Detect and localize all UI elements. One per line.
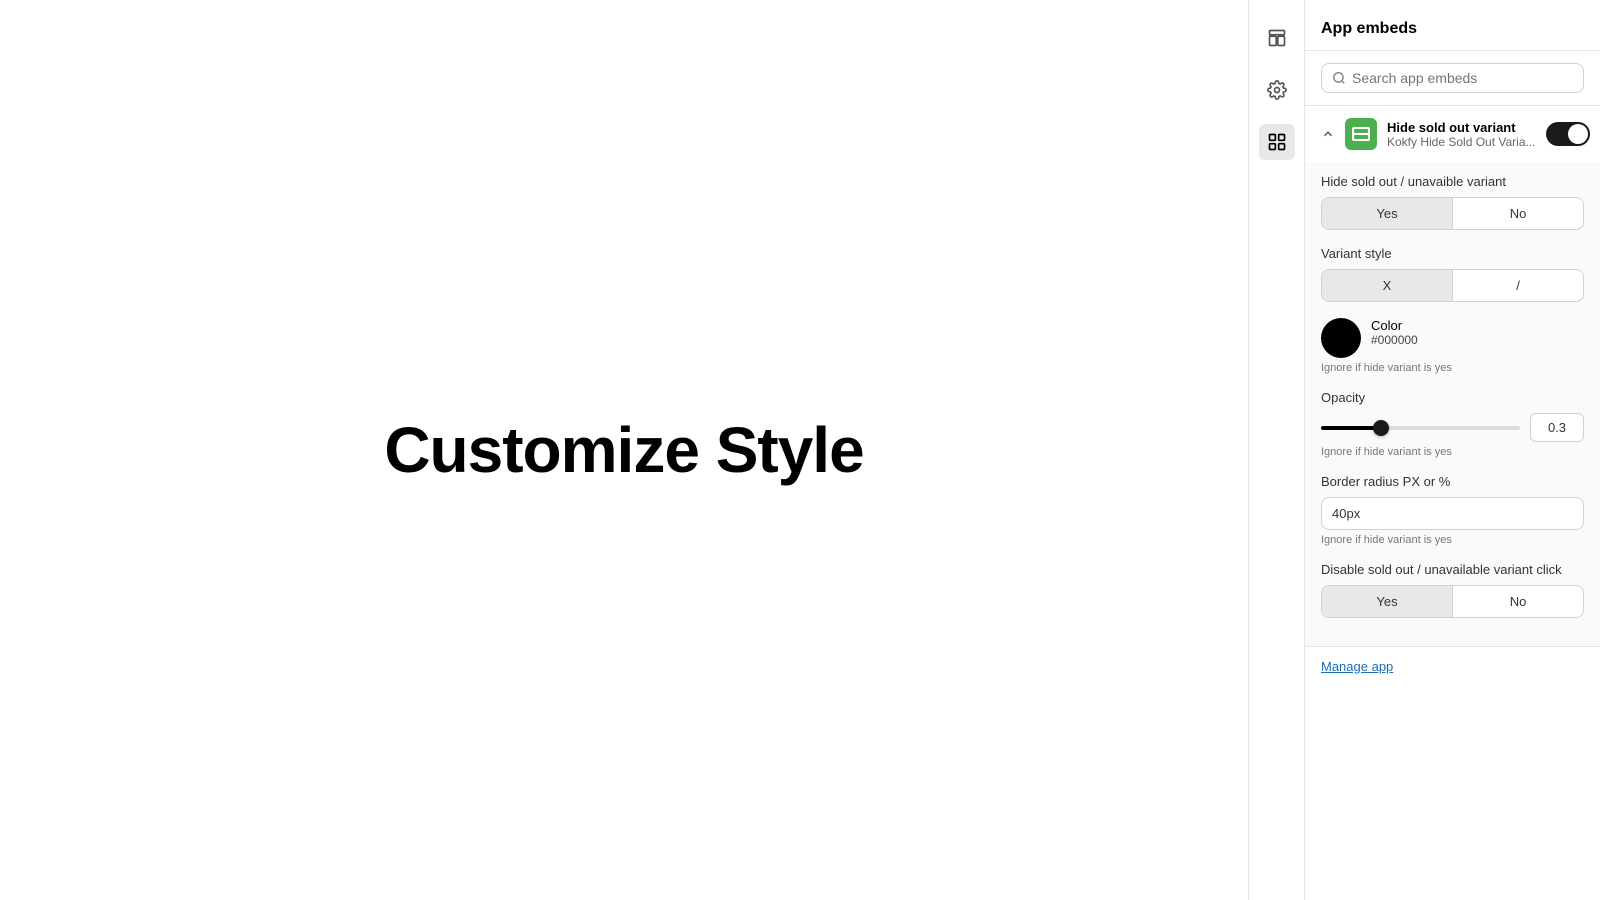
apps-icon-button[interactable] [1259, 124, 1295, 160]
app-info: Hide sold out variant Kokfy Hide Sold Ou… [1387, 120, 1536, 149]
hide-variant-yes-button[interactable]: Yes [1322, 198, 1453, 229]
variant-slash-button[interactable]: / [1453, 270, 1583, 301]
app-embeds-panel: App embeds [1304, 0, 1600, 900]
variant-style-group: Variant style X / [1321, 246, 1584, 302]
disable-click-no-button[interactable]: No [1453, 586, 1583, 617]
disable-click-group: Disable sold out / unavailable variant c… [1321, 562, 1584, 618]
toggle-thumb [1568, 124, 1588, 144]
chevron-up-button[interactable] [1321, 127, 1335, 141]
embed-item: Hide sold out variant Kokfy Hide Sold Ou… [1305, 106, 1600, 647]
color-group: Color #000000 Ignore if hide variant is … [1321, 318, 1584, 374]
slider-track [1321, 426, 1520, 430]
opacity-input[interactable] [1530, 413, 1584, 442]
color-value: #000000 [1371, 333, 1418, 347]
color-swatch[interactable] [1321, 318, 1361, 358]
panel-header: App embeds [1305, 0, 1600, 51]
search-input-wrapper [1321, 63, 1584, 93]
settings-icon-button[interactable] [1259, 72, 1295, 108]
search-container [1305, 51, 1600, 106]
border-radius-note: Ignore if hide variant is yes [1321, 534, 1584, 546]
opacity-row [1321, 413, 1584, 442]
main-content: Customize Style [0, 0, 1248, 900]
opacity-slider-wrapper[interactable] [1321, 418, 1520, 438]
disable-click-label: Disable sold out / unavailable variant c… [1321, 562, 1584, 577]
hide-variant-no-button[interactable]: No [1453, 198, 1583, 229]
search-input[interactable] [1352, 70, 1573, 86]
icon-strip [1248, 0, 1304, 900]
gear-icon [1267, 80, 1287, 100]
apps-icon [1267, 132, 1287, 152]
border-radius-label: Border radius PX or % [1321, 474, 1584, 489]
embed-settings: Hide sold out / unavaible variant Yes No… [1305, 162, 1600, 646]
opacity-label: Opacity [1321, 390, 1584, 405]
variant-style-btn-group: X / [1321, 269, 1584, 302]
hide-variant-btn-group: Yes No [1321, 197, 1584, 230]
hide-variant-label: Hide sold out / unavaible variant [1321, 174, 1584, 189]
hide-variant-group: Hide sold out / unavaible variant Yes No [1321, 174, 1584, 230]
color-label: Color [1371, 318, 1418, 333]
app-icon-inner [1352, 127, 1370, 141]
chevron-up-icon [1321, 127, 1335, 141]
layout-icon [1267, 28, 1287, 48]
app-icon [1345, 118, 1377, 150]
layout-icon-button[interactable] [1259, 20, 1295, 56]
variant-style-label: Variant style [1321, 246, 1584, 261]
color-note: Ignore if hide variant is yes [1321, 362, 1584, 374]
disable-click-yes-button[interactable]: Yes [1322, 586, 1453, 617]
opacity-note: Ignore if hide variant is yes [1321, 446, 1584, 458]
disable-click-btn-group: Yes No [1321, 585, 1584, 618]
app-subtitle: Kokfy Hide Sold Out Varia... [1387, 135, 1536, 149]
manage-app-link[interactable]: Manage app [1305, 647, 1600, 686]
page-title: Customize Style [384, 413, 863, 487]
embed-toggle[interactable] [1546, 122, 1590, 146]
color-row: Color #000000 [1321, 318, 1584, 358]
variant-x-button[interactable]: X [1322, 270, 1453, 301]
embed-item-header: Hide sold out variant Kokfy Hide Sold Ou… [1305, 106, 1600, 162]
slider-thumb [1373, 420, 1389, 436]
border-radius-input[interactable] [1321, 497, 1584, 530]
opacity-group: Opacity Ignore if hide variant is yes [1321, 390, 1584, 458]
app-name: Hide sold out variant [1387, 120, 1536, 135]
search-icon [1332, 71, 1346, 85]
app-icon-svg [1354, 129, 1368, 139]
color-info: Color #000000 [1371, 318, 1418, 347]
panel-title: App embeds [1321, 20, 1417, 37]
border-radius-group: Border radius PX or % Ignore if hide var… [1321, 474, 1584, 546]
